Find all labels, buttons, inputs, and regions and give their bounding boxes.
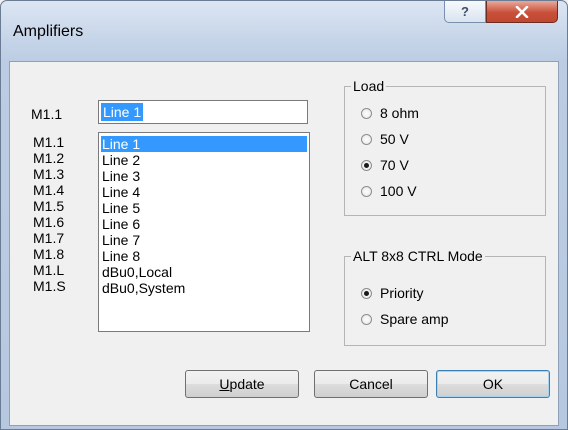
dialog-client-area: M1.1 Line 1 M1.1 M1.2 M1.3 M1.4 M1.5 M1.… (9, 61, 559, 426)
radio-button-selected[interactable] (361, 159, 372, 171)
radio-button[interactable] (361, 185, 372, 197)
radio-label: 70 V (380, 157, 409, 173)
help-icon: ? (461, 4, 469, 19)
radio-load-70v[interactable]: 70 V (361, 157, 409, 173)
window-title: Amplifiers (13, 23, 84, 40)
dialog-window: Amplifiers ? M1.1 Line 1 M1.1 M1.2 M1.3 … (0, 0, 568, 430)
close-icon (515, 5, 529, 18)
list-label: M1.L (33, 262, 65, 278)
radio-button[interactable] (361, 313, 372, 325)
load-group-title: Load (351, 77, 387, 95)
list-item-line-4[interactable]: Line 4 (101, 184, 307, 200)
cancel-button-label: Cancel (349, 376, 393, 392)
line-name-input[interactable]: Line 1 (98, 100, 308, 124)
lines-listbox[interactable]: Line 1 Line 2 Line 3 Line 4 Line 5 Line … (98, 132, 310, 332)
radio-load-100v[interactable]: 100 V (361, 183, 417, 199)
list-item-line-3[interactable]: Line 3 (101, 168, 307, 184)
list-label: M1.1 (33, 134, 65, 150)
ctrl-mode-group-title: ALT 8x8 CTRL Mode (351, 247, 485, 265)
list-label: M1.4 (33, 182, 65, 198)
list-label: M1.3 (33, 166, 65, 182)
list-item-line-2[interactable]: Line 2 (101, 152, 307, 168)
radio-load-50v[interactable]: 50 V (361, 131, 409, 147)
list-item-line-6[interactable]: Line 6 (101, 216, 307, 232)
list-label: M1.2 (33, 150, 65, 166)
list-label: M1.7 (33, 230, 65, 246)
radio-label: 50 V (380, 131, 409, 147)
load-group: Load 8 ohm 50 V 70 V 100 V (344, 77, 546, 216)
list-item-line-8[interactable]: Line 8 (101, 248, 307, 264)
radio-label: Priority (380, 285, 424, 301)
radio-label: 8 ohm (380, 105, 419, 121)
ok-button[interactable]: OK (436, 370, 550, 398)
update-button[interactable]: Update (185, 370, 299, 398)
ok-button-label: OK (482, 376, 504, 392)
radio-spare-amp[interactable]: Spare amp (361, 311, 448, 327)
list-item-line-7[interactable]: Line 7 (101, 232, 307, 248)
close-button[interactable] (486, 1, 558, 23)
list-label: M1.5 (33, 198, 65, 214)
list-item-dbu0-system[interactable]: dBu0,System (101, 280, 307, 296)
list-label: M1.6 (33, 214, 65, 230)
cancel-button[interactable]: Cancel (314, 370, 428, 398)
radio-label: 100 V (380, 183, 417, 199)
update-button-label: Update (219, 376, 265, 392)
help-button[interactable]: ? (444, 1, 486, 23)
radio-priority[interactable]: Priority (361, 285, 424, 301)
list-item-line-1[interactable]: Line 1 (101, 136, 307, 152)
radio-button[interactable] (361, 133, 372, 145)
radio-button[interactable] (361, 107, 372, 119)
ctrl-mode-group: ALT 8x8 CTRL Mode Priority Spare amp (344, 247, 546, 346)
list-item-line-5[interactable]: Line 5 (101, 200, 307, 216)
title-bar[interactable]: Amplifiers ? (1, 1, 567, 61)
radio-button-selected[interactable] (361, 287, 372, 299)
list-label: M1.8 (33, 246, 65, 262)
radio-label: Spare amp (380, 311, 449, 327)
edit-label: M1.1 (31, 106, 63, 122)
list-item-dbu0-local[interactable]: dBu0,Local (101, 264, 307, 280)
radio-load-8ohm[interactable]: 8 ohm (361, 105, 419, 121)
list-label: M1.S (33, 278, 66, 294)
line-name-input-value: Line 1 (101, 103, 144, 121)
